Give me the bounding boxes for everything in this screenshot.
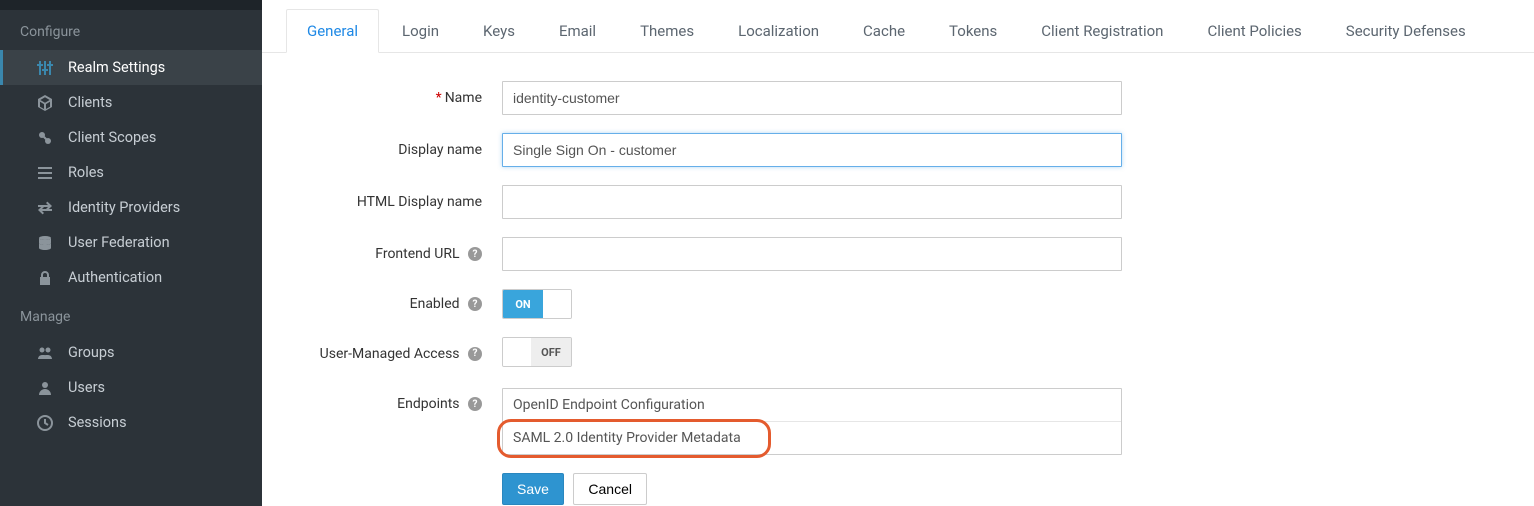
sidebar-item-label: Groups (68, 344, 115, 361)
enabled-label: Enabled ? (302, 296, 502, 312)
database-icon (36, 235, 54, 251)
name-label: *Name (302, 90, 502, 106)
endpoint-saml[interactable]: SAML 2.0 Identity Provider Metadata (503, 421, 1121, 454)
sidebar: Configure Realm Settings Clients Client … (0, 0, 262, 506)
sidebar-item-roles[interactable]: Roles (0, 155, 262, 190)
name-input[interactable] (502, 81, 1122, 115)
display-name-label: Display name (302, 142, 502, 158)
form-general: *Name Display name HTML Display name Fro… (262, 53, 1534, 506)
tab-localization[interactable]: Localization (717, 9, 840, 53)
sidebar-item-label: Roles (68, 164, 104, 181)
sidebar-item-identity-providers[interactable]: Identity Providers (0, 190, 262, 225)
tab-email[interactable]: Email (538, 9, 617, 53)
sidebar-item-client-scopes[interactable]: Client Scopes (0, 120, 262, 155)
sidebar-item-label: Identity Providers (68, 199, 180, 216)
sidebar-item-user-federation[interactable]: User Federation (0, 225, 262, 260)
sidebar-item-label: Client Scopes (68, 129, 156, 146)
help-icon[interactable]: ? (468, 397, 482, 411)
lock-icon (36, 270, 54, 286)
sidebar-item-label: Realm Settings (68, 59, 165, 76)
tab-security-defenses[interactable]: Security Defenses (1325, 9, 1487, 53)
tab-keys[interactable]: Keys (462, 9, 536, 53)
groups-icon (36, 345, 54, 361)
tab-tokens[interactable]: Tokens (928, 9, 1018, 53)
toggle-handle (503, 338, 531, 366)
cube-icon (36, 95, 54, 111)
toggle-handle (543, 290, 571, 318)
scopes-icon (36, 130, 54, 146)
html-display-name-label: HTML Display name (302, 194, 502, 210)
sliders-icon (36, 60, 54, 76)
display-name-input[interactable] (502, 133, 1122, 167)
html-display-name-input[interactable] (502, 185, 1122, 219)
frontend-url-input[interactable] (502, 237, 1122, 271)
endpoints-label: Endpoints ? (302, 388, 502, 412)
sidebar-topbar (0, 0, 262, 10)
tab-bar: General Login Keys Email Themes Localiza… (262, 0, 1534, 53)
required-star: * (436, 90, 442, 106)
clock-icon (36, 415, 54, 431)
form-buttons: Save Cancel (502, 473, 1122, 505)
list-icon (36, 165, 54, 181)
sidebar-item-label: Authentication (68, 269, 162, 286)
toggle-off-text: OFF (531, 338, 571, 366)
sidebar-item-clients[interactable]: Clients (0, 85, 262, 120)
tab-general[interactable]: General (286, 9, 379, 53)
cancel-button[interactable]: Cancel (573, 473, 647, 505)
sidebar-section-manage: Manage (0, 295, 262, 335)
tab-client-registration[interactable]: Client Registration (1020, 9, 1184, 53)
sidebar-item-label: Clients (68, 94, 112, 111)
exchange-icon (36, 200, 54, 216)
sidebar-item-label: Sessions (68, 414, 127, 431)
toggle-on-text: ON (503, 290, 543, 318)
frontend-url-label: Frontend URL ? (302, 246, 502, 262)
sidebar-item-label: User Federation (68, 234, 170, 251)
tab-themes[interactable]: Themes (619, 9, 715, 53)
sidebar-item-users[interactable]: Users (0, 370, 262, 405)
sidebar-item-sessions[interactable]: Sessions (0, 405, 262, 440)
user-managed-access-label: User-Managed Access ? (302, 346, 502, 362)
sidebar-item-groups[interactable]: Groups (0, 335, 262, 370)
endpoint-openid[interactable]: OpenID Endpoint Configuration (503, 389, 1121, 421)
user-icon (36, 380, 54, 396)
sidebar-item-authentication[interactable]: Authentication (0, 260, 262, 295)
help-icon[interactable]: ? (468, 347, 482, 361)
help-icon[interactable]: ? (468, 297, 482, 311)
help-icon[interactable]: ? (468, 247, 482, 261)
tab-client-policies[interactable]: Client Policies (1186, 9, 1322, 53)
sidebar-section-configure: Configure (0, 10, 262, 50)
enabled-toggle[interactable]: ON (502, 289, 572, 319)
sidebar-item-label: Users (68, 379, 105, 396)
tab-login[interactable]: Login (381, 9, 460, 53)
save-button[interactable]: Save (502, 473, 564, 505)
tab-cache[interactable]: Cache (842, 9, 926, 53)
sidebar-item-realm-settings[interactable]: Realm Settings (0, 50, 262, 85)
user-managed-access-toggle[interactable]: OFF (502, 337, 572, 367)
main-panel: General Login Keys Email Themes Localiza… (262, 0, 1534, 506)
endpoints-list: OpenID Endpoint Configuration SAML 2.0 I… (502, 388, 1122, 455)
